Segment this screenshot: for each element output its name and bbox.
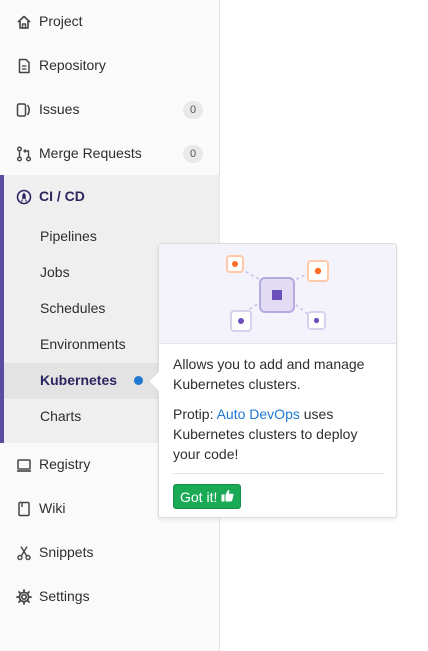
sub-item-label: Pipelines [40, 228, 97, 244]
nav-settings[interactable]: Settings [0, 575, 219, 619]
nav-issues[interactable]: Issues 0 [0, 88, 219, 132]
got-it-label: Got it! [180, 488, 218, 505]
kubernetes-feature-popover: Allows you to add and manage Kubernetes … [147, 243, 397, 518]
kubernetes-clusters-illustration [159, 244, 396, 344]
sub-item-label: Charts [40, 408, 82, 424]
nav-cicd-label: CI / CD [39, 188, 85, 204]
sub-item-label: Jobs [40, 264, 70, 280]
nav-snippets-label: Snippets [39, 544, 94, 560]
sub-item-label: Kubernetes [40, 372, 118, 388]
sub-item-label: Environments [40, 336, 126, 352]
auto-devops-link[interactable]: Auto DevOps [217, 406, 300, 422]
nav-settings-label: Settings [39, 588, 90, 604]
popover-protip: Protip: Auto DevOps uses Kubernetes clus… [173, 404, 385, 464]
home-icon [16, 14, 32, 30]
protip-prefix: Protip: [173, 406, 217, 422]
new-feature-dot[interactable] [134, 376, 143, 385]
nav-snippets[interactable]: Snippets [0, 531, 219, 575]
sub-item-label: Schedules [40, 300, 106, 316]
doc-icon [16, 58, 32, 74]
gear-icon [16, 589, 32, 605]
popover-divider [173, 473, 384, 474]
nav-merge-requests[interactable]: Merge Requests 0 [0, 132, 219, 176]
nav-project-label: Project [39, 13, 83, 29]
nav-registry-label: Registry [39, 456, 91, 472]
nav-issues-label: Issues [39, 101, 80, 117]
nav-merge-requests-label: Merge Requests [39, 145, 142, 161]
book-icon [16, 501, 32, 517]
nav-repository-label: Repository [39, 57, 106, 73]
issues-icon [16, 102, 32, 118]
rocket-icon [16, 189, 32, 205]
nav-project[interactable]: Project [0, 0, 219, 44]
issues-count-badge: 0 [183, 101, 203, 119]
thumbs-up-icon [221, 489, 234, 505]
popover-description: Allows you to add and manage Kubernetes … [173, 356, 365, 392]
merge-requests-count-badge: 0 [183, 145, 203, 163]
merge-request-icon [16, 146, 32, 162]
nav-cicd[interactable]: CI / CD [4, 175, 219, 219]
nav-wiki-label: Wiki [39, 500, 66, 516]
got-it-button[interactable]: Got it! [173, 484, 242, 509]
container-icon [16, 457, 32, 473]
scissors-icon [16, 545, 32, 561]
nav-repository[interactable]: Repository [0, 44, 219, 88]
